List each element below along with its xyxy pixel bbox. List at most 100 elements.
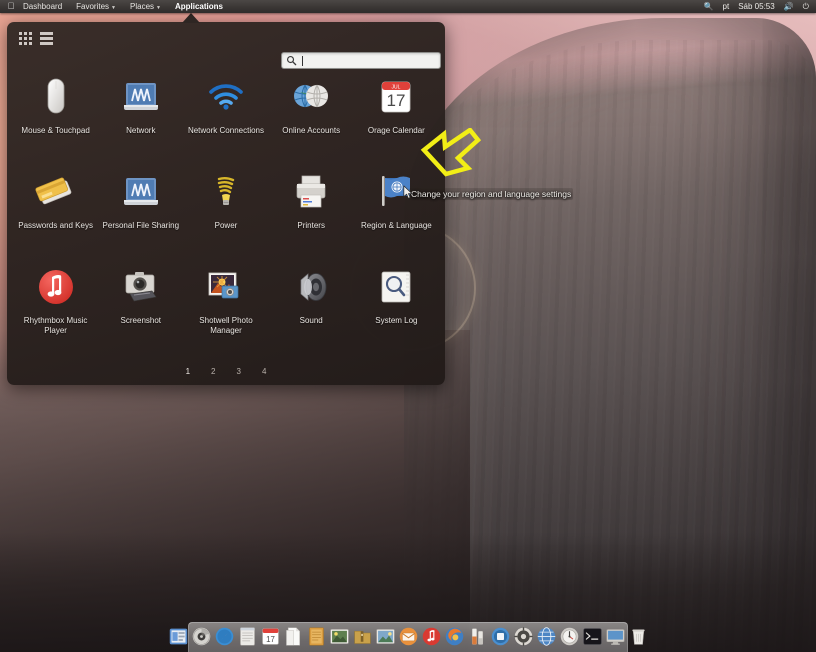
- dock-item-display[interactable]: [605, 626, 626, 647]
- app-item-online-accounts[interactable]: Online Accounts: [269, 70, 354, 165]
- app-label: Network Connections: [187, 126, 264, 135]
- power-icon[interactable]: ⏻: [803, 0, 809, 13]
- file-sharing-icon: [118, 169, 164, 215]
- page-4[interactable]: 4: [259, 366, 269, 377]
- top-menu-bar:  Dashboard Favorites▼ Places▼ Applicati…: [0, 0, 816, 13]
- dock-item-drinks[interactable]: [467, 626, 488, 647]
- dock-item-notes[interactable]: [237, 626, 258, 647]
- dock-item-archive-manager[interactable]: [352, 626, 373, 647]
- dock-item-documents[interactable]: [283, 626, 304, 647]
- app-item-network[interactable]: Network: [98, 70, 183, 165]
- shotwell-icon: [203, 264, 249, 310]
- dock-item-image-viewer[interactable]: [375, 626, 396, 647]
- language-indicator[interactable]: pt: [723, 2, 730, 11]
- printer-icon: [288, 169, 334, 215]
- chevron-down-icon: ▼: [111, 5, 116, 11]
- app-label: Shotwell Photo Manager: [199, 316, 253, 335]
- dock-item-text-editor[interactable]: [306, 626, 327, 647]
- dock-item-rhythmbox[interactable]: [421, 626, 442, 647]
- dock-item-browser[interactable]: [536, 626, 557, 647]
- dock-item-trash[interactable]: [628, 626, 649, 647]
- dock-item-files[interactable]: [168, 626, 189, 647]
- menu-bar-right: 🔍 pt Sáb 05:53 🔊 ⏻: [704, 0, 816, 13]
- page-1[interactable]: 1: [183, 366, 193, 377]
- dock-item-photo[interactable]: [329, 626, 350, 647]
- app-item-mouse-touchpad[interactable]: Mouse & Touchpad: [13, 70, 98, 165]
- dock: 17: [169, 622, 645, 652]
- app-label: Personal File Sharing: [102, 221, 180, 230]
- app-label: System Log: [375, 316, 418, 325]
- launcher-header: [7, 22, 445, 54]
- launcher-pointer-triangle: [182, 13, 200, 23]
- app-label: Screenshot: [120, 316, 162, 325]
- app-label: Power: [214, 221, 238, 230]
- dock-item-mail[interactable]: [398, 626, 419, 647]
- dock-item-calendar[interactable]: 17: [260, 626, 281, 647]
- dock-item-terminal[interactable]: [582, 626, 603, 647]
- menu-item-favorites[interactable]: Favorites ▼: [69, 0, 123, 13]
- calendar-day-label: 17: [387, 91, 406, 110]
- menu-item-places[interactable]: Places ▼: [123, 0, 168, 13]
- highlight-arrow: [420, 128, 482, 177]
- calendar-icon: JUL 17: [373, 74, 419, 120]
- menu-bar-left:  Dashboard Favorites▼ Places▼ Applicati…: [0, 0, 230, 13]
- app-label: Online Accounts: [282, 126, 341, 135]
- chevron-down-icon: ▼: [156, 5, 161, 11]
- menu-item-places-label: Places: [130, 2, 155, 11]
- passwords-keys-icon: [33, 169, 79, 215]
- dock-item-media-player[interactable]: [490, 626, 511, 647]
- app-item-screenshot[interactable]: Screenshot: [98, 260, 183, 355]
- screenshot-icon: [118, 264, 164, 310]
- app-item-printers[interactable]: Printers: [269, 165, 354, 260]
- svg-text:17: 17: [266, 635, 275, 644]
- app-item-personal-file-sharing[interactable]: Personal File Sharing: [98, 165, 183, 260]
- list-view-icon[interactable]: [40, 31, 53, 45]
- app-item-passwords-keys[interactable]: Passwords and Keys: [13, 165, 98, 260]
- volume-icon[interactable]: 🔊: [784, 0, 794, 13]
- network-icon: [118, 74, 164, 120]
- menu-item-favorites-label: Favorites: [76, 2, 110, 11]
- app-label: Sound: [299, 316, 323, 325]
- app-item-power[interactable]: Power: [183, 165, 268, 260]
- dock-item-settings[interactable]: [513, 626, 534, 647]
- dock-item-disk-utility[interactable]: [191, 626, 212, 647]
- search-icon[interactable]: 🔍: [704, 0, 714, 13]
- search-input[interactable]: [281, 52, 441, 69]
- app-item-sound[interactable]: Sound: [269, 260, 354, 355]
- app-item-rhythmbox[interactable]: Rhythmbox Music Player: [13, 260, 98, 355]
- tooltip-region-language: Change your region and language settings: [409, 188, 574, 200]
- app-item-network-connections[interactable]: Network Connections: [183, 70, 268, 165]
- page-3[interactable]: 3: [234, 366, 244, 377]
- dock-item-system-monitor[interactable]: [559, 626, 580, 647]
- app-label: Region & Language: [361, 221, 432, 230]
- app-item-shotwell[interactable]: Shotwell Photo Manager: [183, 260, 268, 355]
- page-indicator: 1 2 3 4: [7, 366, 445, 377]
- online-accounts-icon: [288, 74, 334, 120]
- search-icon: [286, 55, 297, 66]
- apple-logo-icon[interactable]: : [6, 0, 16, 13]
- dock-item-safari[interactable]: [214, 626, 235, 647]
- app-label: Rhythmbox Music Player: [23, 316, 88, 335]
- calendar-month-label: JUL: [392, 85, 401, 91]
- app-item-system-log[interactable]: System Log: [354, 260, 439, 355]
- menu-item-applications-label: Applications: [174, 2, 223, 11]
- dock-item-firefox[interactable]: [444, 626, 465, 647]
- grid-view-icon[interactable]: [19, 31, 32, 45]
- clock[interactable]: Sáb 05:53: [738, 2, 774, 11]
- app-label: Printers: [297, 221, 325, 230]
- speaker-icon: [288, 264, 334, 310]
- system-log-icon: [373, 264, 419, 310]
- text-cursor: [302, 55, 303, 66]
- menu-item-dashboard-label: Dashboard: [23, 2, 63, 11]
- menu-item-dashboard[interactable]: Dashboard: [16, 0, 69, 13]
- mouse-cursor: [403, 185, 413, 199]
- application-grid: Mouse & Touchpad Network Network Connect…: [7, 70, 445, 365]
- menu-item-applications[interactable]: Applications: [168, 0, 230, 13]
- app-label: Mouse & Touchpad: [21, 126, 90, 135]
- app-label: Network: [126, 126, 156, 135]
- application-launcher-panel: Mouse & Touchpad Network Network Connect…: [7, 22, 445, 385]
- view-toggle-group: [7, 31, 53, 45]
- rhythmbox-icon: [33, 264, 79, 310]
- page-2[interactable]: 2: [208, 366, 218, 377]
- app-label: Passwords and Keys: [18, 221, 93, 230]
